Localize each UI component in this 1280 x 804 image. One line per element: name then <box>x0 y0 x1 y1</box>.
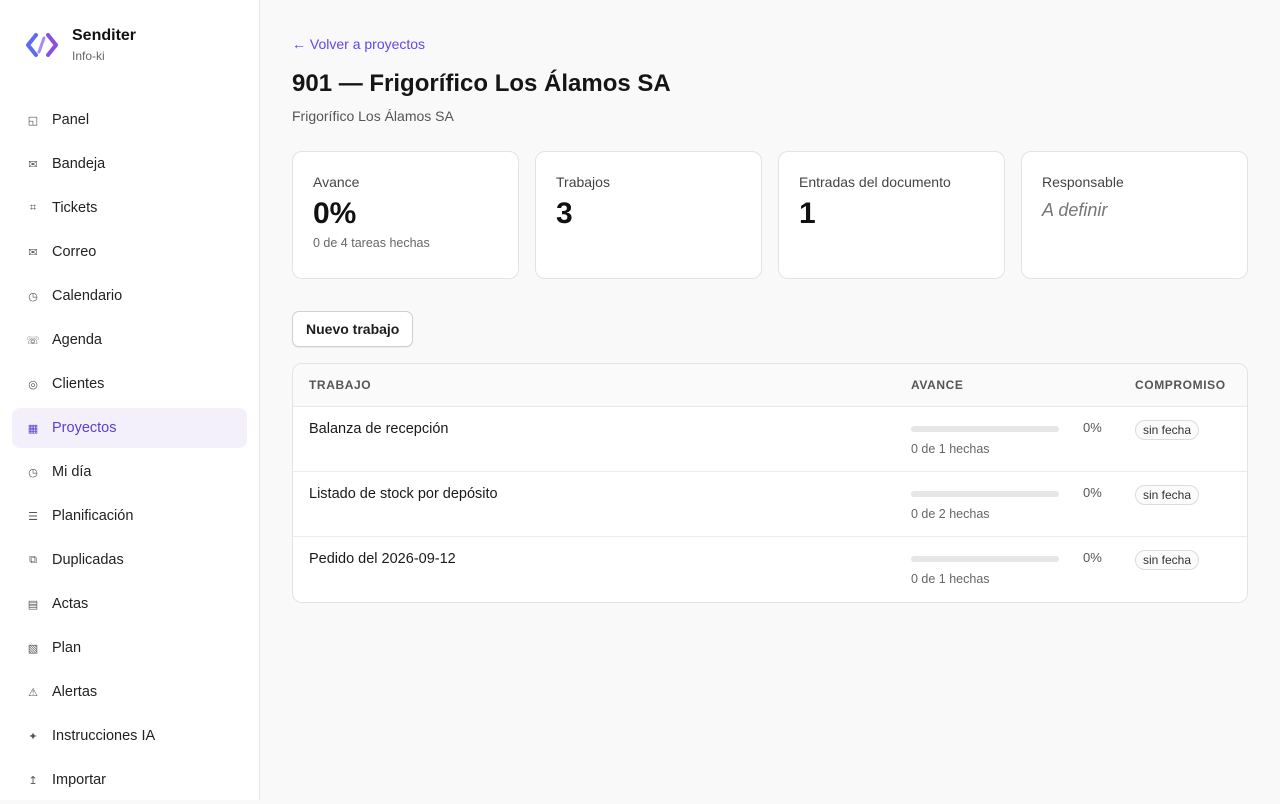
sidebar-item-clientes[interactable]: ◎ Clientes <box>12 364 247 404</box>
tasks-done: 0 de 1 hechas <box>911 442 990 456</box>
sidebar-item-label: Bandeja <box>52 156 106 172</box>
sidebar-nav: ◱ Panel ✉ Bandeja ⌗ Tickets ✉ Correo ◷ Calendario… <box>12 100 247 804</box>
sidebar-item-label: Planificación <box>52 508 134 524</box>
column-header-progress: AVANCE <box>911 378 964 392</box>
sidebar-item-mi-dia[interactable]: ◷ Mi día <box>12 452 247 492</box>
sidebar-item-label: Plan <box>52 640 82 656</box>
sidebar-item-label: Panel <box>52 112 90 128</box>
job-name: Balanza de recepción <box>309 421 449 437</box>
phone-icon: ☏ <box>26 333 40 347</box>
sidebar-item-panel[interactable]: ◱ Panel <box>12 100 247 140</box>
duplicate-icon: ⧉ <box>29 553 37 566</box>
clock-icon: ◷ <box>28 465 38 479</box>
new-job-button[interactable]: Nuevo trabajo <box>292 311 414 347</box>
stat-value: A definir <box>1042 200 1108 220</box>
progress-percent: 0% <box>1083 485 1102 500</box>
list-icon: ☰ <box>28 509 38 523</box>
target-icon: ◎ <box>28 377 38 391</box>
brand-name: Senditer <box>72 27 137 44</box>
tasks-done: 0 de 2 hechas <box>911 507 990 521</box>
sidebar-item-label: Tickets <box>52 200 98 216</box>
tasks-done: 0 de 1 hechas <box>911 572 990 586</box>
import-icon: ↥ <box>28 773 38 787</box>
table-row[interactable]: Balanza de recepción 0% 0 de 1 hechas sin f… <box>293 407 1247 472</box>
brand-subtitle: Info-ki <box>72 49 105 63</box>
mail-icon: ✉ <box>28 245 38 259</box>
hash-icon: ⌗ <box>29 201 37 214</box>
sidebar-item-alertas[interactable]: ⚠ Alertas <box>12 672 247 712</box>
stat-card-jobs: Trabajos 3 <box>535 151 762 279</box>
commitment-badge: sin fecha <box>1135 420 1200 440</box>
brand[interactable]: Senditer Info-ki <box>24 26 136 65</box>
sidebar-item-correo[interactable]: ✉ Correo <box>12 232 247 272</box>
table-row[interactable]: Listado de stock por depósito 0% 0 de 2 he… <box>293 472 1247 537</box>
table-row[interactable]: Pedido del 2026-09-12 0% 0 de 1 hechas sin … <box>293 537 1247 602</box>
sidebar-item-tickets[interactable]: ⌗ Tickets <box>12 188 247 228</box>
stat-label: Avance <box>313 174 360 190</box>
warning-icon: ⚠ <box>28 685 38 699</box>
column-header-job: TRABAJO <box>309 378 372 392</box>
stat-value: 3 <box>556 197 573 230</box>
progress-bar <box>911 491 1059 497</box>
stat-card-progress: Avance 0% 0 de 4 tareas hechas <box>292 151 519 279</box>
sidebar-item-label: Proyectos <box>52 420 117 436</box>
grid-icon: ▦ <box>27 421 39 435</box>
sidebar-item-importar[interactable]: ↥ Importar <box>12 760 247 800</box>
stat-card-owner: Responsable A definir <box>1021 151 1248 279</box>
stat-label: Entradas del documento <box>799 174 951 190</box>
brand-logo-icon <box>26 33 58 57</box>
plan-icon: ▧ <box>27 641 39 655</box>
stat-label: Trabajos <box>556 174 610 190</box>
progress-percent: 0% <box>1083 550 1102 565</box>
sparkle-icon: ✦ <box>28 729 38 743</box>
stat-card-document-entries: Entradas del documento 1 <box>778 151 1005 279</box>
sidebar-item-label: Alertas <box>52 684 98 700</box>
sidebar-item-label: Importar <box>52 772 106 788</box>
stat-value: 0% <box>313 197 357 230</box>
inbox-icon: ✉ <box>28 157 38 171</box>
page-title: 901 — Frigorífico Los Álamos SA <box>292 70 671 97</box>
progress-percent: 0% <box>1083 420 1102 435</box>
sidebar-item-label: Agenda <box>52 332 102 348</box>
job-name: Pedido del 2026-09-12 <box>309 551 456 567</box>
sidebar-item-calendario[interactable]: ◷ Calendario <box>12 276 247 316</box>
sidebar-item-label: Actas <box>52 596 89 612</box>
clock-icon: ◷ <box>28 289 38 303</box>
panel-icon: ◱ <box>27 113 39 127</box>
sidebar-item-label: Duplicadas <box>52 552 124 568</box>
sidebar-item-label: Instrucciones IA <box>52 728 156 744</box>
sidebar-item-actas[interactable]: ▤ Actas <box>12 584 247 624</box>
progress-bar <box>911 556 1059 562</box>
commitment-badge: sin fecha <box>1135 485 1200 505</box>
sidebar: Senditer Info-ki ◱ Panel ✉ Bandeja ⌗ Tickets ✉… <box>0 0 260 800</box>
sidebar-item-proyectos[interactable]: ▦ Proyectos <box>12 408 247 448</box>
main-content: ← Volver a proyectos 901 — Frigorífico L… <box>260 0 1280 800</box>
sidebar-item-label: Mi día <box>52 464 92 480</box>
page-subtitle: Frigorífico Los Álamos SA <box>292 108 454 124</box>
progress-bar <box>911 426 1059 432</box>
job-name: Listado de stock por depósito <box>309 486 498 502</box>
document-icon: ▤ <box>27 597 39 611</box>
stat-note: 0 de 4 tareas hechas <box>313 236 430 250</box>
sidebar-item-planificacion[interactable]: ☰ Planificación <box>12 496 247 536</box>
stats-cards: Avance 0% 0 de 4 tareas hechas Trabajos … <box>292 151 1248 279</box>
sidebar-item-label: Correo <box>52 244 97 260</box>
commitment-badge: sin fecha <box>1135 550 1200 570</box>
sidebar-item-label: Calendario <box>52 288 123 304</box>
sidebar-item-bandeja[interactable]: ✉ Bandeja <box>12 144 247 184</box>
stat-label: Responsable <box>1042 174 1124 190</box>
sidebar-item-agenda[interactable]: ☏ Agenda <box>12 320 247 360</box>
sidebar-item-plan[interactable]: ▧ Plan <box>12 628 247 668</box>
back-to-projects-link[interactable]: ← Volver a proyectos <box>292 36 425 52</box>
table-body: Balanza de recepción 0% 0 de 1 hechas sin f… <box>293 407 1247 602</box>
sidebar-item-label: Clientes <box>52 376 105 392</box>
table-header: TRABAJO AVANCE COMPROMISO <box>293 364 1247 407</box>
sidebar-item-instrucciones-ia[interactable]: ✦ Instrucciones IA <box>12 716 247 756</box>
sidebar-item-duplicadas[interactable]: ⧉ Duplicadas <box>12 540 247 580</box>
stat-value: 1 <box>799 197 816 230</box>
column-header-commitment: COMPROMISO <box>1135 378 1226 392</box>
jobs-table: TRABAJO AVANCE COMPROMISO Balanza de rec… <box>292 363 1248 603</box>
